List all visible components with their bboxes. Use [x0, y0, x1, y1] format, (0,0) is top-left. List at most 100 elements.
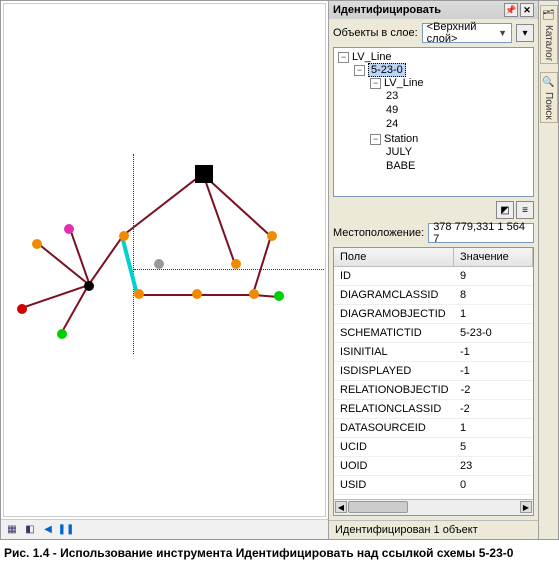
cell-value: -1	[454, 343, 533, 361]
graph-node[interactable]	[249, 289, 259, 299]
graph-node[interactable]	[154, 259, 164, 269]
tree-leaf[interactable]: 24	[386, 117, 531, 131]
side-tabs: 🗂 Каталог 🔍 Поиск	[538, 1, 558, 539]
tree-subline[interactable]: LV_Line	[384, 77, 424, 89]
head-field[interactable]: Поле	[334, 248, 454, 266]
scroll-left-icon[interactable]: ◀	[335, 501, 347, 513]
tree-leaf[interactable]: JULY	[386, 145, 531, 159]
cell-field: RELATIONCLASSID	[334, 400, 454, 418]
grid-row[interactable]: DIAGRAMCLASSID8	[334, 286, 533, 305]
toolbar-btn-2[interactable]: ◧	[22, 522, 38, 538]
cell-value: 1	[454, 305, 533, 323]
graph-node[interactable]	[57, 329, 67, 339]
cell-value: 8	[454, 286, 533, 304]
tree-station[interactable]: Station	[384, 133, 418, 145]
graph-node[interactable]	[64, 224, 74, 234]
graph-edge	[123, 172, 204, 236]
cell-field: ISINITIAL	[334, 343, 454, 361]
tab-search[interactable]: 🔍 Поиск	[540, 72, 558, 123]
layer-value: <Верхний слой>	[427, 21, 498, 45]
graph-node[interactable]	[84, 281, 94, 291]
location-value: 378 779,331 1 564 7	[433, 221, 529, 245]
cell-field: DATASOURCEID	[334, 419, 454, 437]
tree-toggle[interactable]: −	[370, 78, 381, 89]
location-label: Местоположение:	[333, 227, 424, 239]
tab-catalog[interactable]: 🗂 Каталог	[540, 5, 558, 64]
tree-toggle[interactable]: −	[370, 134, 381, 145]
tree-leaf[interactable]: 49	[386, 103, 531, 117]
grid-row[interactable]: UOID23	[334, 457, 533, 476]
status-bar: Идентифицирован 1 объект	[329, 520, 538, 539]
scroll-right-icon[interactable]: ▶	[520, 501, 532, 513]
graph-node[interactable]	[17, 304, 27, 314]
cell-field: RELATIONOBJECTID	[334, 381, 455, 399]
tree-toggle[interactable]: −	[338, 52, 349, 63]
grid-row[interactable]: UCID5	[334, 438, 533, 457]
head-value[interactable]: Значение	[454, 248, 533, 266]
graph-edge	[21, 284, 89, 309]
identify-panel: Идентифицировать 📌 ✕ Объекты в слое: <Ве…	[329, 1, 538, 539]
scroll-thumb[interactable]	[348, 501, 408, 513]
search-icon: 🔍	[542, 75, 556, 89]
layer-select[interactable]: <Верхний слой> ▼	[422, 23, 512, 43]
panel-title: Идентифицировать	[333, 4, 441, 16]
tree-leaf[interactable]: BABE	[386, 159, 531, 173]
crosshair-line	[133, 154, 134, 354]
cell-value: -2	[454, 400, 533, 418]
cell-value: 5	[454, 438, 533, 456]
canvas-pane: ▦ ◧ ◀ ❚❚	[1, 1, 329, 539]
tree-selected[interactable]: 5-23-0	[368, 63, 406, 77]
grid-row[interactable]: ISINITIAL-1	[334, 343, 533, 362]
grid-row[interactable]: DIAGRAMOBJECTID1	[334, 305, 533, 324]
grid-row[interactable]: RELATIONOBJECTID-2	[334, 381, 533, 400]
cell-field: DIAGRAMOBJECTID	[334, 305, 454, 323]
graph-edge	[120, 236, 139, 295]
close-button[interactable]: ✕	[520, 3, 534, 17]
toolbar-btn-1[interactable]: ▦	[4, 522, 20, 538]
cell-field: UCID	[334, 438, 454, 456]
graph-edge	[252, 235, 272, 294]
panel-body: Объекты в слое: <Верхний слой> ▼ ▾ −LV_L…	[329, 19, 538, 520]
cell-value: 5-23-0	[454, 324, 533, 342]
graph-node[interactable]	[134, 289, 144, 299]
feature-tree[interactable]: −LV_Line −5-23-0 −LV_Line 23 49 24	[333, 47, 534, 197]
graph-node[interactable]	[195, 165, 213, 183]
tab-catalog-label: Каталог	[543, 25, 554, 61]
cell-field: SCHEMATICTID	[334, 324, 454, 342]
grid-row[interactable]: USID0	[334, 476, 533, 495]
grid-row[interactable]: RELATIONCLASSID-2	[334, 400, 533, 419]
graph-node[interactable]	[119, 231, 129, 241]
tool-button-1[interactable]: ◩	[496, 201, 514, 219]
graph-node[interactable]	[267, 231, 277, 241]
graph-node[interactable]	[32, 239, 42, 249]
toolbar-btn-prev[interactable]: ◀	[40, 522, 56, 538]
schematic-canvas[interactable]	[3, 3, 326, 517]
cell-value: 0	[454, 476, 533, 494]
cell-field: USID	[334, 476, 454, 494]
graph-node[interactable]	[192, 289, 202, 299]
location-input[interactable]: 378 779,331 1 564 7	[428, 223, 534, 243]
cell-value: 1	[454, 419, 533, 437]
h-scrollbar[interactable]: ◀ ▶	[334, 499, 533, 515]
panel-titlebar: Идентифицировать 📌 ✕	[329, 1, 538, 19]
toolbar-btn-pause[interactable]: ❚❚	[58, 522, 74, 538]
grid-row[interactable]: DATASOURCEID1	[334, 419, 533, 438]
grid-row[interactable]: ID9	[334, 267, 533, 286]
graph-node[interactable]	[274, 291, 284, 301]
graph-edge	[197, 294, 254, 296]
tree-root[interactable]: LV_Line	[352, 51, 392, 63]
grid-row[interactable]: SCHEMATICTID5-23-0	[334, 324, 533, 343]
graph-edge	[87, 235, 124, 286]
tool-button-2[interactable]: ≡	[516, 201, 534, 219]
grid-row[interactable]: ISDISPLAYED-1	[334, 362, 533, 381]
cell-value: 9	[454, 267, 533, 285]
grid-body[interactable]: ID9DIAGRAMCLASSID8DIAGRAMOBJECTID1SCHEMA…	[334, 267, 533, 499]
layer-options-button[interactable]: ▾	[516, 24, 534, 42]
graph-node[interactable]	[231, 259, 241, 269]
canvas-toolbar: ▦ ◧ ◀ ❚❚	[1, 519, 328, 539]
pin-button[interactable]: 📌	[504, 3, 518, 17]
chevron-down-icon: ▼	[498, 28, 507, 38]
tree-leaf[interactable]: 23	[386, 89, 531, 103]
tree-toggle[interactable]: −	[354, 65, 365, 76]
crosshair-line	[134, 269, 326, 270]
